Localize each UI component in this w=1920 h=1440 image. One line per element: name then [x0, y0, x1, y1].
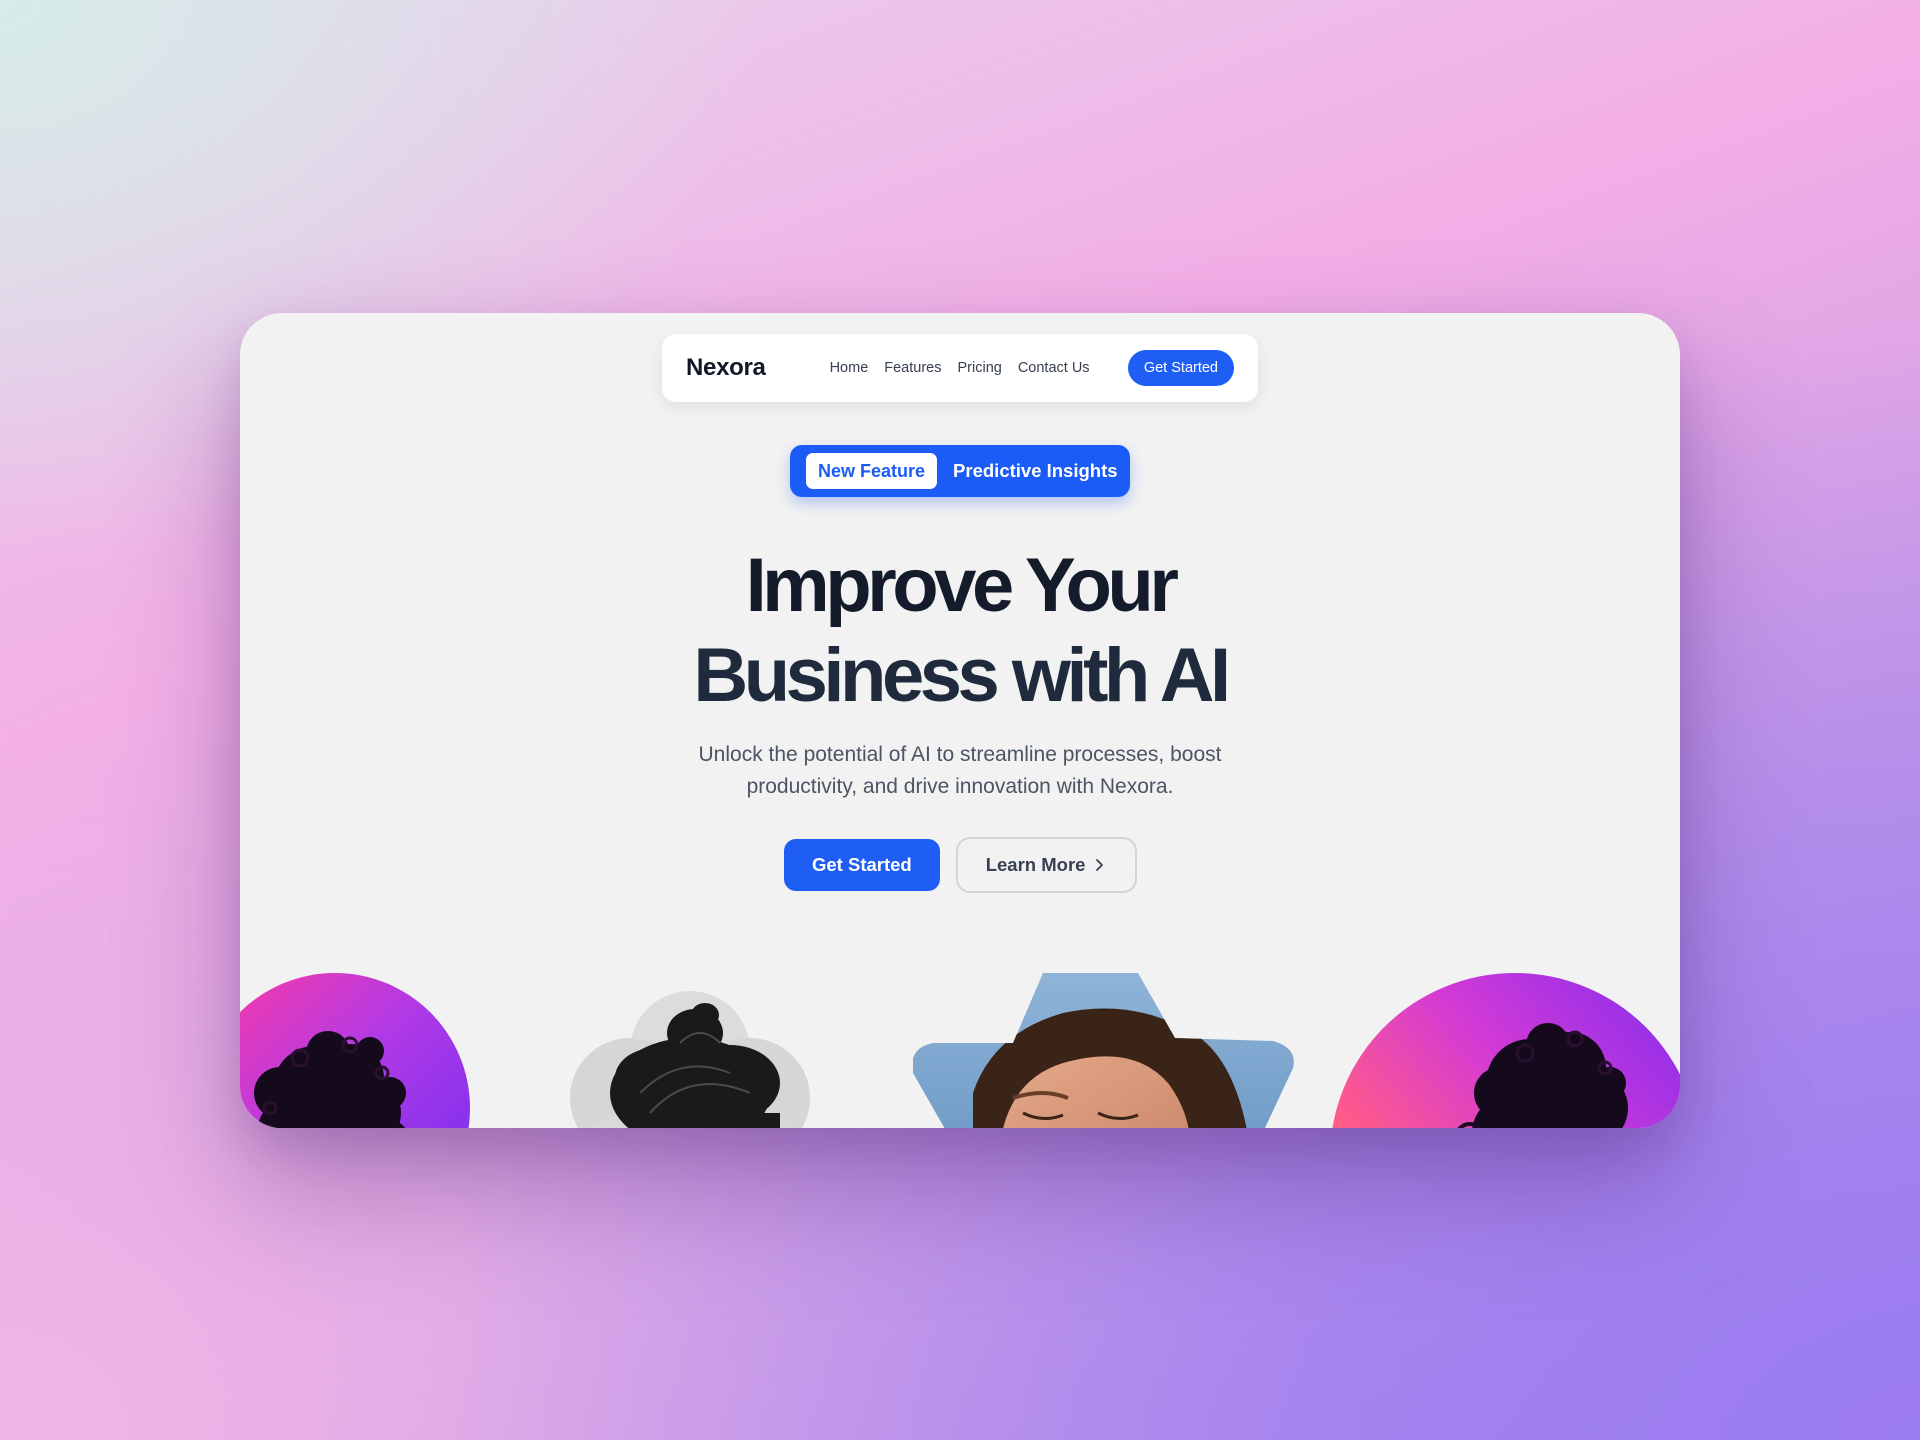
- portrait-image-4: [1330, 973, 1680, 1128]
- portrait-silhouette-icon: [254, 1031, 406, 1128]
- nav-link-contact[interactable]: Contact Us: [1018, 360, 1090, 376]
- chevron-right-icon: [1096, 859, 1104, 871]
- nav-get-started-button[interactable]: Get Started: [1127, 350, 1234, 386]
- hero-cta-row: Get Started Learn More: [784, 837, 1138, 893]
- get-started-button[interactable]: Get Started: [784, 839, 940, 891]
- top-navbar: Nexora Home Features Pricing Contact Us …: [662, 334, 1258, 402]
- feature-badge[interactable]: New Feature Predictive Insights: [790, 445, 1130, 497]
- nav-links: Home Features Pricing Contact Us: [830, 360, 1090, 376]
- portrait-woman-star-icon: [913, 973, 1294, 1128]
- nav-link-pricing[interactable]: Pricing: [958, 360, 1002, 376]
- nav-link-features[interactable]: Features: [884, 360, 941, 376]
- learn-more-button[interactable]: Learn More: [955, 837, 1138, 893]
- learn-more-label: Learn More: [985, 854, 1086, 875]
- hero-headline-line2: Business with AI: [693, 633, 1231, 718]
- new-feature-pill: New Feature: [806, 453, 938, 489]
- hero-headline-line1: Improve Your: [745, 543, 1179, 628]
- hero-card: Nexora Home Features Pricing Contact Us …: [240, 313, 1680, 1128]
- portrait-image-1: [240, 973, 470, 1128]
- portrait-image-2: [490, 973, 870, 1128]
- brand-logo[interactable]: Nexora: [686, 354, 766, 382]
- hero-headline: Improve Your Business with AI: [240, 541, 1680, 721]
- nav-link-home[interactable]: Home: [830, 360, 869, 376]
- grayscale-portrait-icon: [570, 991, 810, 1128]
- portrait-glasses-icon: [1457, 1023, 1628, 1128]
- portrait-image-3: [913, 973, 1297, 1128]
- hero-subtitle: Unlock the potential of AI to streamline…: [698, 743, 1222, 798]
- feature-badge-text: Predictive Insights: [953, 460, 1118, 481]
